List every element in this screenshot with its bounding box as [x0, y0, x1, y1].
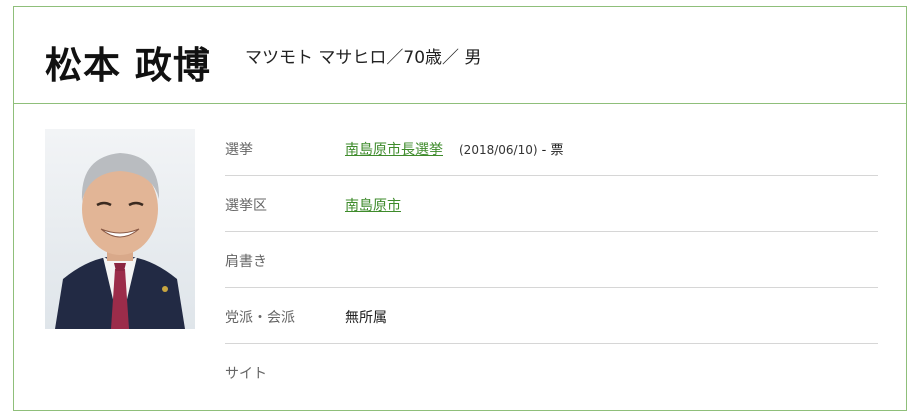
election-link[interactable]: 南島原市長選挙 [345, 142, 443, 158]
candidate-card: 松本 政博 マツモト マサヒロ／70歳／ 男 選挙 南島原市長選挙 (2018/… [13, 6, 907, 411]
details-list: 選挙 南島原市長選挙 (2018/06/10) - 票 選挙区 南島原市 肩書き … [225, 120, 878, 399]
district-value: 南島原市 [345, 195, 401, 215]
site-label: サイト [225, 366, 267, 382]
detail-row-election: 選挙 南島原市長選挙 (2018/06/10) - 票 [225, 120, 878, 176]
card-header: 松本 政博 マツモト マサヒロ／70歳／ 男 [14, 7, 906, 104]
party-value: 無所属 [345, 310, 387, 326]
election-value: 南島原市長選挙 (2018/06/10) - 票 [345, 139, 564, 159]
district-label: 選挙区 [225, 198, 267, 214]
party-label: 党派・会派 [225, 310, 295, 326]
detail-row-title: 肩書き [225, 232, 878, 288]
detail-row-district: 選挙区 南島原市 [225, 176, 878, 232]
election-votes: - 票 [537, 143, 564, 158]
district-link[interactable]: 南島原市 [345, 198, 401, 214]
candidate-subtitle: マツモト マサヒロ／70歳／ 男 [245, 48, 482, 68]
detail-row-site: サイト [225, 344, 878, 399]
election-date: (2018/06/10) [459, 143, 538, 157]
title-label: 肩書き [225, 254, 267, 270]
election-label: 選挙 [225, 142, 253, 158]
portrait-image [45, 129, 195, 329]
candidate-photo [45, 129, 195, 329]
detail-row-party: 党派・会派 無所属 [225, 288, 878, 344]
candidate-name: 松本 政博 [45, 44, 211, 87]
